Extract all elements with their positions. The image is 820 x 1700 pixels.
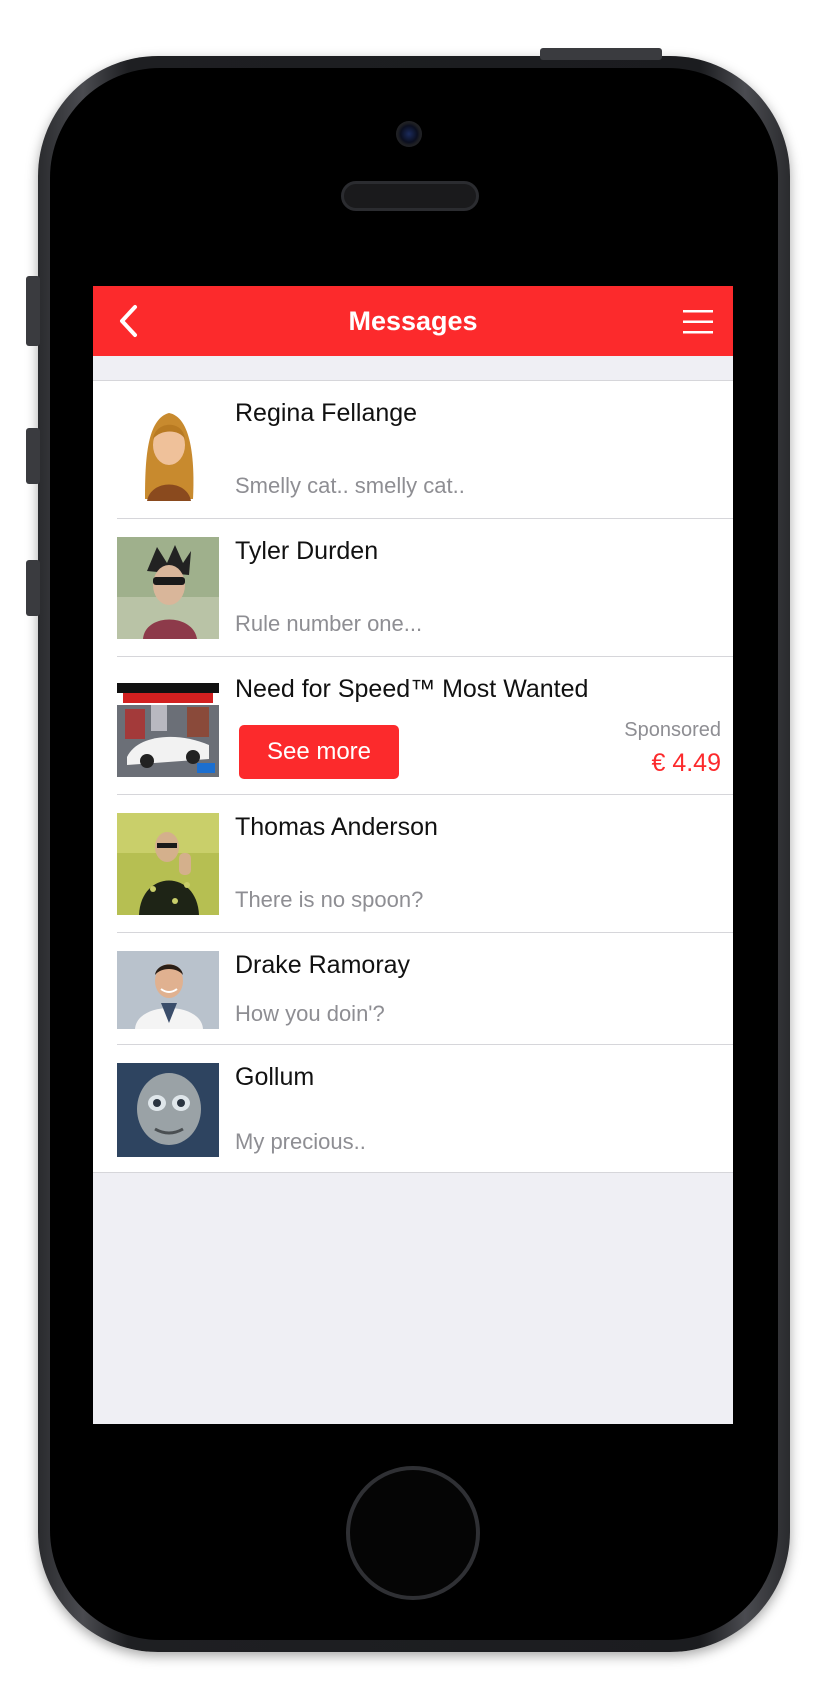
contact-name: Tyler Durden [235,537,379,565]
sponsored-title: Need for Speed™ Most Wanted [235,675,589,703]
earpiece-speaker [341,181,479,211]
page-title: Messages [348,306,478,336]
mute-switch [26,276,40,346]
volume-up-button [26,428,40,484]
contact-name: Drake Ramoray [235,951,411,979]
sponsored-label: Sponsored [624,719,721,741]
avatar-illustration-man-sunglasses [117,537,219,639]
message-preview: How you doin'? [235,1001,385,1026]
app-screen: Messages Regina Fellange Smelly cat.. sm… [93,286,733,1424]
message-preview: Rule number one... [235,611,423,636]
message-preview: Smelly cat.. smelly cat.. [235,473,465,498]
avatar-photo-man-black-coat [117,813,219,915]
contact-name: Regina Fellange [235,399,418,427]
game-cover-race-car [117,675,219,777]
see-more-button[interactable]: See more [239,725,399,779]
message-row[interactable]: Thomas Anderson There is no spoon? [117,795,733,933]
volume-down-button [26,560,40,616]
message-row[interactable]: Gollum My precious.. [117,1045,733,1172]
sponsored-row[interactable]: Need for Speed™ Most Wanted See more Spo… [117,657,733,795]
front-camera [396,121,422,147]
avatar-photo-blonde-woman [117,399,219,501]
message-list: Regina Fellange Smelly cat.. smelly cat.… [93,380,733,1173]
price-label: € 4.49 [651,749,721,777]
message-preview: There is no spoon? [235,887,424,912]
contact-name: Gollum [235,1063,315,1091]
nav-bar: Messages [93,286,733,356]
avatar-photo-doctor [117,951,219,1029]
avatar-photo-creature [117,1063,219,1157]
message-preview: My precious.. [235,1129,366,1154]
hamburger-menu-icon[interactable] [681,308,715,336]
home-button[interactable] [346,1466,480,1600]
power-button [540,48,662,60]
message-row[interactable]: Tyler Durden Rule number one... [117,519,733,657]
contact-name: Thomas Anderson [235,813,438,841]
message-row[interactable]: Drake Ramoray How you doin'? [117,933,733,1045]
message-row[interactable]: Regina Fellange Smelly cat.. smelly cat.… [117,381,733,519]
